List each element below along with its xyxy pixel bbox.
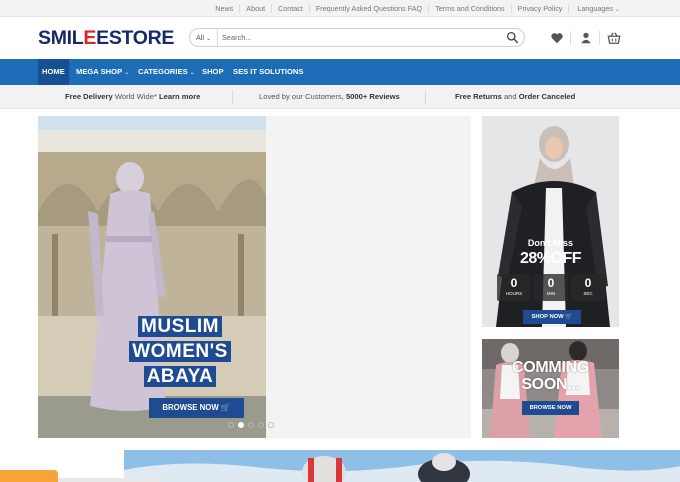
top-link-faq[interactable]: Frequently Asked Questions FAQ <box>308 4 428 13</box>
top-bar: News About Contact Frequently Asked Ques… <box>0 0 680 17</box>
nav-categories-label: CATEGORIES <box>138 67 188 76</box>
countdown-seconds: 0 SEC <box>571 274 605 301</box>
hero-button-label: BROWSE NOW <box>162 403 219 412</box>
site-logo[interactable]: SMILEESTORE <box>38 27 174 50</box>
info-reviews: Loved by our Customers, 5000+ Reviews <box>259 85 400 109</box>
top-link-contact[interactable]: Contact <box>271 4 309 13</box>
nav-ses-it-solutions[interactable]: SES IT SOLUTIONS <box>229 59 307 85</box>
countdown-seconds-label: SEC <box>583 291 593 296</box>
info-delivery-text: World Wide* <box>112 92 159 101</box>
hero-slider[interactable]: MUSLIM WOMEN'S ABAYA BROWSE NOW 🛒 <box>38 116 471 438</box>
logo-text-start: SMIL <box>38 27 84 49</box>
hero-title-line2: WOMEN'S <box>129 341 231 362</box>
search-input[interactable] <box>222 30 500 45</box>
account-user-icon[interactable] <box>579 31 593 45</box>
language-label: Languages <box>577 4 613 13</box>
search-category-select[interactable]: All ⌄ <box>190 29 218 46</box>
slider-dots <box>228 422 274 428</box>
header-divider <box>570 31 571 45</box>
coming-soon-line2: SOON... <box>521 376 580 393</box>
hero-title: MUSLIM WOMEN'S ABAYA <box>122 315 238 390</box>
countdown-hours-value: 0 <box>510 276 518 290</box>
slider-dot[interactable] <box>228 422 234 428</box>
hero-browse-now-button[interactable]: BROWSE NOW 🛒 <box>149 398 244 418</box>
learn-more-link[interactable]: Learn more <box>159 92 200 101</box>
cart-icon: 🛒 <box>220 403 231 412</box>
top-link-about[interactable]: About <box>239 4 271 13</box>
promo-headline: Don't Miss <box>527 238 574 248</box>
nav-home-label: HOME <box>42 67 65 76</box>
countdown-minutes-label: MIN <box>546 291 556 296</box>
nav-ses-it-label: SES IT SOLUTIONS <box>233 67 304 76</box>
info-delivery-strong: Free Delivery <box>65 92 113 101</box>
slider-dot[interactable] <box>268 422 274 428</box>
info-order-canceled: Order Canceled <box>518 92 576 101</box>
countdown-hours-label: HOURS <box>505 291 523 296</box>
top-link-news[interactable]: News <box>209 4 239 13</box>
header-divider <box>599 31 600 45</box>
site-header: SMILEESTORE All ⌄ <box>0 17 680 59</box>
hero-title-line1: MUSLIM <box>138 316 222 337</box>
top-links: News About Contact Frequently Asked Ques… <box>209 0 680 17</box>
top-link-privacy[interactable]: Privacy Policy <box>510 4 569 13</box>
nav-shop-label: SHOP <box>202 67 224 76</box>
chevron-down-icon: ⌄ <box>124 70 130 76</box>
info-divider <box>425 90 426 104</box>
countdown-hours: 0 HOURS <box>497 274 531 301</box>
info-bar: Free Delivery World Wide* Learn more Lov… <box>0 85 680 109</box>
search-category-label: All <box>195 33 204 42</box>
slider-dot-active[interactable] <box>238 422 244 428</box>
promo-offer: 28%OFF <box>519 250 582 267</box>
search-bar: All ⌄ <box>189 28 525 47</box>
top-link-terms[interactable]: Terms and Conditions <box>428 4 511 13</box>
shopping-basket-icon[interactable] <box>607 31 621 45</box>
logo-text-end: ESTORE <box>96 27 175 49</box>
nav-categories[interactable]: CATEGORIES ⌄ <box>134 59 199 85</box>
coming-soon-line1: COMMING <box>511 359 589 376</box>
promo-coming-soon-banner[interactable]: COMMING SOON... BROWSE NOW <box>482 339 619 438</box>
chevron-down-icon: ⌄ <box>205 36 212 42</box>
logo-accent-letter: E <box>83 27 97 49</box>
main-nav: HOME MEGA SHOP ⌄ CATEGORIES ⌄ SHOP SES I… <box>0 59 680 85</box>
bottom-banner-photo <box>124 450 680 482</box>
chevron-down-icon: ⌄ <box>614 7 620 13</box>
nav-mega-shop-label: MEGA SHOP <box>76 67 122 76</box>
wishlist-heart-icon[interactable] <box>550 31 564 45</box>
nav-mega-shop[interactable]: MEGA SHOP ⌄ <box>72 59 133 85</box>
coming-browse-now-button[interactable]: BROWSE NOW <box>522 401 579 415</box>
info-reviews-count: 5000+ Reviews <box>345 92 400 101</box>
info-divider <box>232 90 233 104</box>
shop-now-label: SHOP NOW <box>531 314 564 320</box>
info-returns-and: and <box>501 92 519 101</box>
floating-orange-tag[interactable] <box>0 470 58 482</box>
floating-strip <box>58 478 158 482</box>
nav-home[interactable]: HOME <box>38 59 69 85</box>
hero-title-line3: ABAYA <box>143 366 217 387</box>
countdown-minutes: 0 MIN <box>534 274 568 301</box>
promo-sale-banner[interactable]: Don't Miss 28%OFF 0 HOURS 0 MIN 0 SEC SH… <box>482 116 619 327</box>
cart-icon: 🛒 <box>565 314 573 320</box>
info-reviews-text: Loved by our Customers, <box>259 92 346 101</box>
chevron-down-icon: ⌄ <box>189 70 195 76</box>
shop-now-button[interactable]: SHOP NOW 🛒 <box>523 310 581 324</box>
countdown-minutes-value: 0 <box>547 276 555 290</box>
countdown-seconds-value: 0 <box>584 276 592 290</box>
search-icon[interactable] <box>506 31 519 44</box>
slider-dot[interactable] <box>248 422 254 428</box>
coming-soon-title: COMMING SOON... <box>482 359 619 393</box>
info-returns: Free Returns and Order Canceled <box>455 85 575 109</box>
language-dropdown[interactable]: Languages ⌄ <box>568 4 680 13</box>
nav-shop[interactable]: SHOP <box>198 59 228 85</box>
bottom-banner <box>124 450 680 482</box>
slider-dot[interactable] <box>258 422 264 428</box>
hero-faded-panel <box>266 116 471 438</box>
info-returns-strong: Free Returns <box>455 92 502 101</box>
info-free-delivery: Free Delivery World Wide* Learn more <box>65 85 200 109</box>
